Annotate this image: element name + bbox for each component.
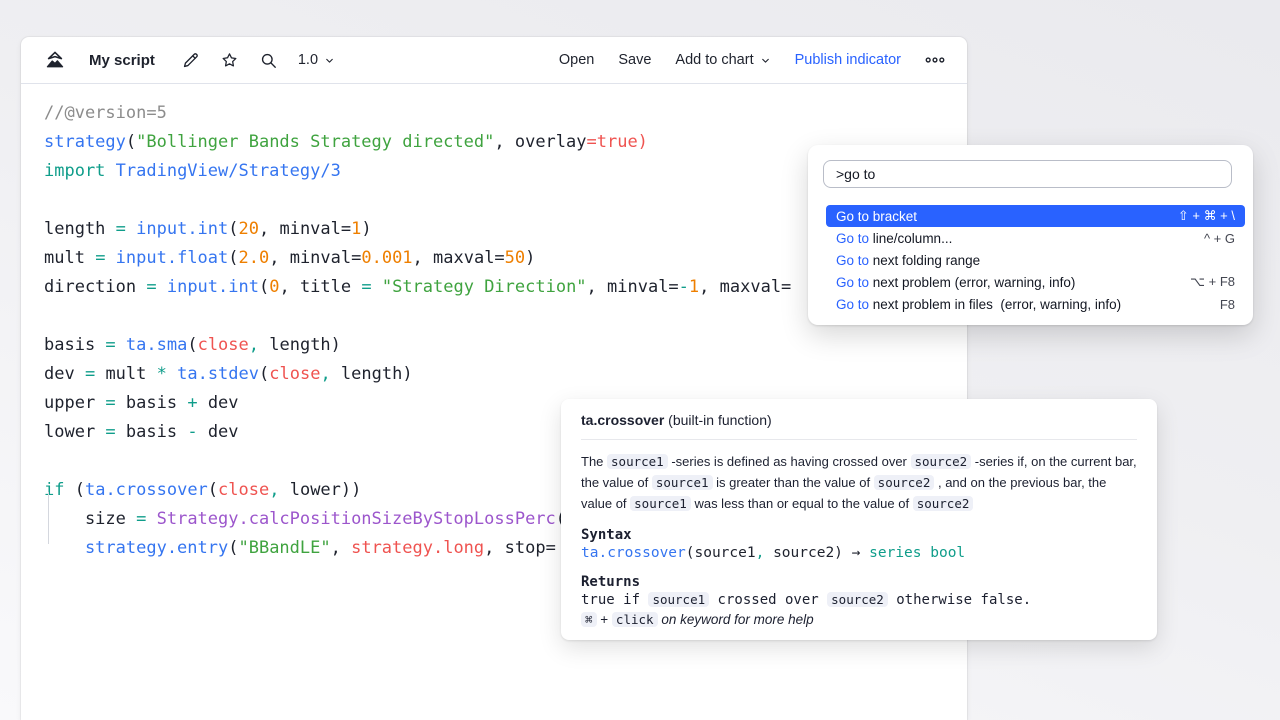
palette-item-match: Go to [836, 275, 869, 290]
palette-list: Go to bracket ⇧ + ⌘ + \ Go to line/column.… [808, 205, 1253, 315]
edit-icon[interactable] [181, 51, 200, 70]
version-selector[interactable]: 1.0 [298, 52, 335, 68]
open-button[interactable]: Open [559, 52, 594, 68]
function-tooltip: ta.crossover (built-in function) The sou… [561, 399, 1157, 640]
command-palette: Go to bracket ⇧ + ⌘ + \ Go to line/column.… [808, 145, 1253, 325]
palette-item-label: next folding range [869, 253, 980, 268]
returns-label: Returns [581, 574, 1137, 590]
version-label: 1.0 [298, 52, 318, 68]
tooltip-divider [581, 439, 1137, 440]
function-kind: (built-in function) [664, 412, 771, 428]
command-palette-input[interactable] [823, 160, 1232, 188]
publish-indicator-button[interactable]: Publish indicator [795, 52, 901, 68]
tooltip-title: ta.crossover (built-in function) [581, 412, 1137, 428]
code-line[interactable]: dev = mult * ta.stdev(close, length) [44, 360, 967, 389]
palette-item-shortcut: ^ + G [1204, 231, 1235, 246]
palette-item-match: Go to [836, 297, 869, 312]
syntax-label: Syntax [581, 527, 1137, 543]
more-icon[interactable] [925, 52, 945, 68]
tooltip-description: The source1 -series is defined as having… [581, 451, 1137, 514]
palette-item-match: Go to [836, 209, 869, 224]
script-title: My script [89, 52, 155, 69]
palette-item[interactable]: Go to next problem in files (error, warn… [826, 293, 1245, 315]
chevron-down-icon [760, 55, 771, 66]
pine-logo-icon [43, 49, 67, 71]
star-icon[interactable] [220, 51, 239, 70]
search-icon[interactable] [259, 51, 278, 70]
palette-item[interactable]: Go to line/column... ^ + G [826, 227, 1245, 249]
palette-item-label: line/column... [869, 231, 952, 246]
palette-item-match: Go to [836, 253, 869, 268]
chevron-down-icon [324, 55, 335, 66]
tooltip-help-hint: ⌘ + click on keyword for more help [581, 612, 1137, 627]
save-button[interactable]: Save [618, 52, 651, 68]
code-line[interactable]: basis = ta.sma(close, length) [44, 331, 967, 360]
palette-item[interactable]: Go to next folding range [826, 249, 1245, 271]
palette-item-shortcut: ⌥ + F8 [1190, 274, 1235, 290]
palette-item-label: bracket [869, 209, 917, 224]
palette-item[interactable]: Go to bracket ⇧ + ⌘ + \ [826, 205, 1245, 227]
function-name: ta.crossover [581, 412, 664, 428]
editor-toolbar: My script [21, 37, 967, 84]
palette-item-label: next problem in files (error, warning, i… [869, 297, 1121, 312]
syntax-code: ta.crossover(source1, source2) → series … [581, 545, 1137, 561]
palette-item-label: next problem (error, warning, info) [869, 275, 1075, 290]
palette-item[interactable]: Go to next problem (error, warning, info… [826, 271, 1245, 293]
add-to-chart-button[interactable]: Add to chart [675, 52, 770, 68]
returns-line: true if source1 crossed over source2 oth… [581, 592, 1137, 608]
screen: My script [0, 0, 1280, 720]
palette-item-shortcut: F8 [1220, 297, 1235, 312]
add-to-chart-label: Add to chart [675, 52, 753, 68]
code-line[interactable]: //@version=5 [44, 99, 967, 128]
palette-item-match: Go to [836, 231, 869, 246]
indent-guide [48, 492, 49, 544]
palette-item-shortcut: ⇧ + ⌘ + \ [1178, 208, 1235, 224]
